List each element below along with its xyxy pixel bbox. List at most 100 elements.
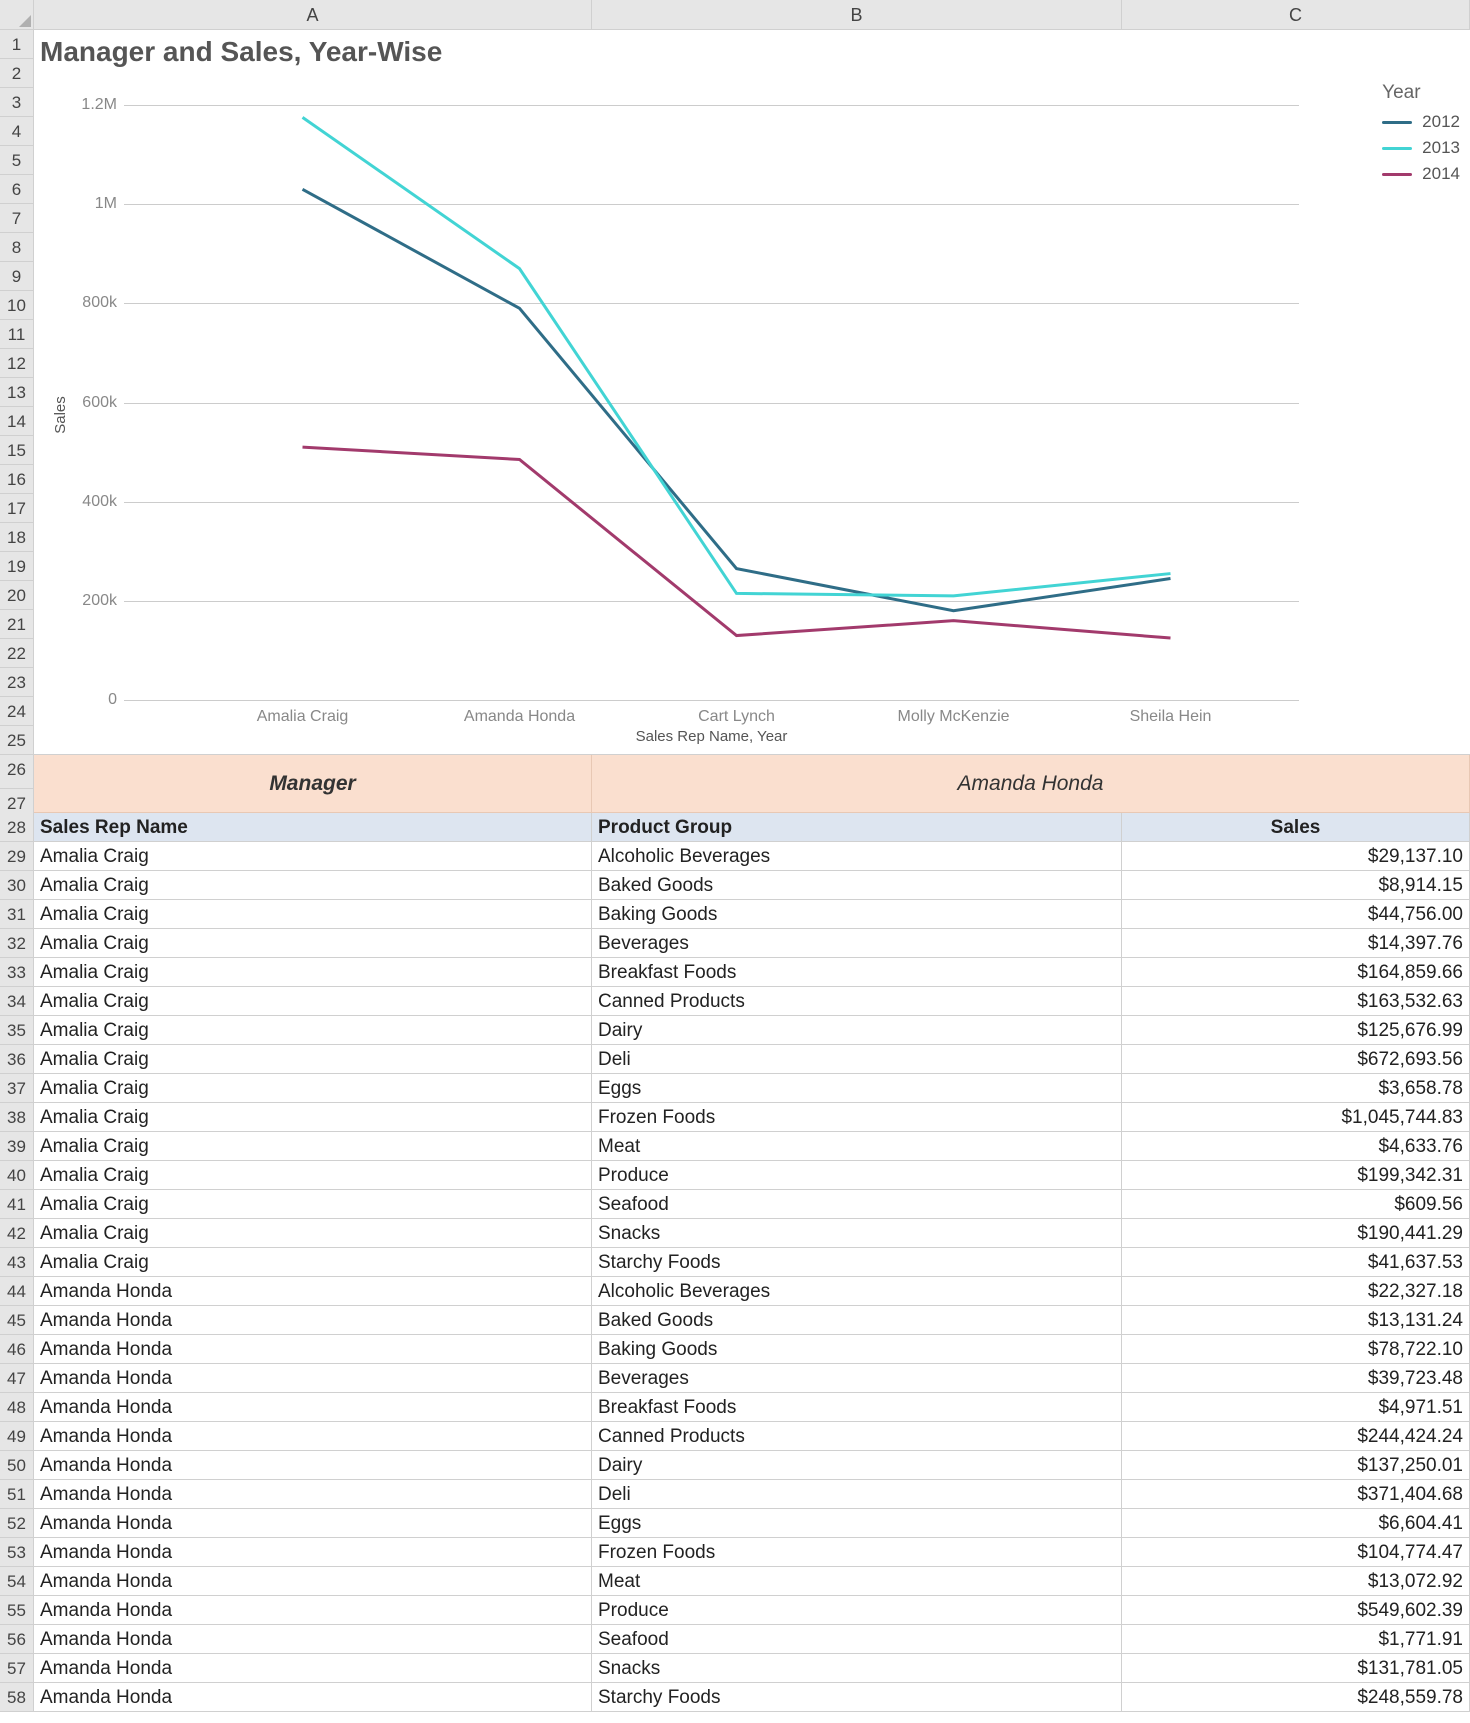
row-header[interactable]: 57 [0, 1654, 34, 1683]
cell-product-group[interactable]: Starchy Foods [592, 1248, 1122, 1276]
cell-product-group[interactable]: Produce [592, 1596, 1122, 1624]
cell-sales-rep[interactable]: Amalia Craig [34, 1161, 592, 1189]
row-header[interactable]: 4 [0, 117, 34, 146]
cell-sales[interactable]: $244,424.24 [1122, 1422, 1470, 1450]
row-header[interactable]: 20 [0, 581, 34, 610]
row-header[interactable]: 15 [0, 436, 34, 465]
cell-product-group[interactable]: Alcoholic Beverages [592, 1277, 1122, 1305]
row-header[interactable]: 38 [0, 1103, 34, 1132]
cell-product-group[interactable]: Baking Goods [592, 900, 1122, 928]
row-header[interactable]: 31 [0, 900, 34, 929]
row-header[interactable]: 33 [0, 958, 34, 987]
cell-product-group[interactable]: Baked Goods [592, 1306, 1122, 1334]
row-header[interactable]: 54 [0, 1567, 34, 1596]
cell-sales[interactable]: $22,327.18 [1122, 1277, 1470, 1305]
cell-product-group[interactable]: Meat [592, 1132, 1122, 1160]
cell-sales-rep[interactable]: Amalia Craig [34, 958, 592, 986]
cell-product-group[interactable]: Starchy Foods [592, 1683, 1122, 1711]
header-product-group[interactable]: Product Group [592, 813, 1122, 841]
row-header[interactable]: 39 [0, 1132, 34, 1161]
cell-sales[interactable]: $4,633.76 [1122, 1132, 1470, 1160]
row-header[interactable]: 25 [0, 726, 34, 755]
row-header[interactable]: 16 [0, 465, 34, 494]
manager-label-cell[interactable]: Manager [34, 755, 592, 813]
cell-sales[interactable]: $14,397.76 [1122, 929, 1470, 957]
cell-sales[interactable]: $164,859.66 [1122, 958, 1470, 986]
row-header[interactable]: 43 [0, 1248, 34, 1277]
cell-sales-rep[interactable]: Amanda Honda [34, 1451, 592, 1479]
row-header[interactable]: 56 [0, 1625, 34, 1654]
cell-sales[interactable]: $190,441.29 [1122, 1219, 1470, 1247]
row-header[interactable]: 36 [0, 1045, 34, 1074]
column-header-B[interactable]: B [592, 0, 1122, 30]
cell-sales-rep[interactable]: Amalia Craig [34, 1248, 592, 1276]
row-header[interactable]: 24 [0, 697, 34, 726]
legend-item[interactable]: 2013 [1382, 138, 1460, 158]
cell-sales[interactable]: $29,137.10 [1122, 842, 1470, 870]
cell-product-group[interactable]: Baking Goods [592, 1335, 1122, 1363]
row-header[interactable]: 7 [0, 204, 34, 233]
cell-sales[interactable]: $248,559.78 [1122, 1683, 1470, 1711]
cell-sales[interactable]: $549,602.39 [1122, 1596, 1470, 1624]
row-header[interactable]: 13 [0, 378, 34, 407]
cell-sales-rep[interactable]: Amanda Honda [34, 1625, 592, 1653]
row-header[interactable]: 37 [0, 1074, 34, 1103]
cell-sales[interactable]: $199,342.31 [1122, 1161, 1470, 1189]
cell-sales-rep[interactable]: Amalia Craig [34, 1074, 592, 1102]
cell-sales[interactable]: $163,532.63 [1122, 987, 1470, 1015]
cell-product-group[interactable]: Frozen Foods [592, 1103, 1122, 1131]
column-header-C[interactable]: C [1122, 0, 1470, 30]
row-header[interactable]: 55 [0, 1596, 34, 1625]
row-header[interactable]: 11 [0, 320, 34, 349]
cell-sales[interactable]: $78,722.10 [1122, 1335, 1470, 1363]
row-header[interactable]: 41 [0, 1190, 34, 1219]
cell-sales-rep[interactable]: Amalia Craig [34, 1103, 592, 1131]
cell-sales[interactable]: $39,723.48 [1122, 1364, 1470, 1392]
cell-sales-rep[interactable]: Amanda Honda [34, 1480, 592, 1508]
row-header[interactable]: 52 [0, 1509, 34, 1538]
cell-product-group[interactable]: Dairy [592, 1016, 1122, 1044]
cell-sales-rep[interactable]: Amalia Craig [34, 900, 592, 928]
cell-sales[interactable]: $4,971.51 [1122, 1393, 1470, 1421]
row-header[interactable]: 45 [0, 1306, 34, 1335]
cell-sales[interactable]: $8,914.15 [1122, 871, 1470, 899]
cell-sales-rep[interactable]: Amanda Honda [34, 1538, 592, 1566]
cell-product-group[interactable]: Meat [592, 1567, 1122, 1595]
cell-product-group[interactable]: Eggs [592, 1509, 1122, 1537]
column-header-A[interactable]: A [34, 0, 592, 30]
row-header[interactable]: 6 [0, 175, 34, 204]
cell-sales-rep[interactable]: Amanda Honda [34, 1393, 592, 1421]
row-header[interactable]: 30 [0, 871, 34, 900]
cell-product-group[interactable]: Dairy [592, 1451, 1122, 1479]
cell-product-group[interactable]: Snacks [592, 1654, 1122, 1682]
chart-object[interactable]: Manager and Sales, Year-Wise Sales Sales… [34, 30, 1470, 755]
cell-sales[interactable]: $125,676.99 [1122, 1016, 1470, 1044]
cell-sales-rep[interactable]: Amanda Honda [34, 1509, 592, 1537]
row-header[interactable]: 58 [0, 1683, 34, 1712]
cell-sales[interactable]: $1,045,744.83 [1122, 1103, 1470, 1131]
cell-product-group[interactable]: Breakfast Foods [592, 958, 1122, 986]
row-header[interactable]: 29 [0, 842, 34, 871]
cell-product-group[interactable]: Canned Products [592, 1422, 1122, 1450]
row-header[interactable]: 28 [0, 813, 34, 842]
cell-sales[interactable]: $672,693.56 [1122, 1045, 1470, 1073]
row-header[interactable]: 44 [0, 1277, 34, 1306]
cell-product-group[interactable]: Canned Products [592, 987, 1122, 1015]
row-header[interactable]: 9 [0, 262, 34, 291]
cell-sales-rep[interactable]: Amanda Honda [34, 1422, 592, 1450]
cell-sales-rep[interactable]: Amalia Craig [34, 1219, 592, 1247]
cell-product-group[interactable]: Deli [592, 1045, 1122, 1073]
row-header[interactable]: 2 [0, 59, 34, 88]
cell-sales[interactable]: $3,658.78 [1122, 1074, 1470, 1102]
cell-sales-rep[interactable]: Amalia Craig [34, 871, 592, 899]
cell-sales-rep[interactable]: Amalia Craig [34, 1132, 592, 1160]
row-header[interactable]: 17 [0, 494, 34, 523]
cell-sales-rep[interactable]: Amanda Honda [34, 1596, 592, 1624]
cell-product-group[interactable]: Seafood [592, 1190, 1122, 1218]
cell-product-group[interactable]: Seafood [592, 1625, 1122, 1653]
cell-sales[interactable]: $1,771.91 [1122, 1625, 1470, 1653]
cell-sales[interactable]: $104,774.47 [1122, 1538, 1470, 1566]
cell-sales-rep[interactable]: Amalia Craig [34, 929, 592, 957]
row-header[interactable]: 12 [0, 349, 34, 378]
cell-product-group[interactable]: Produce [592, 1161, 1122, 1189]
